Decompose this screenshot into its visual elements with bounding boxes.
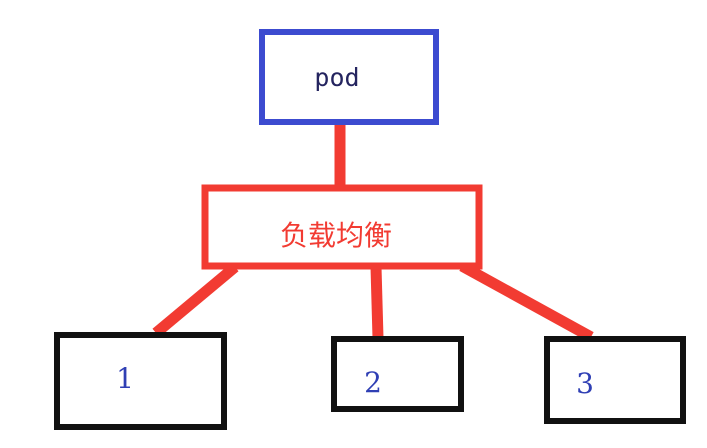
node-2-box [331, 336, 464, 412]
diagram-canvas: pod 负载均衡 1 2 3 [0, 0, 707, 448]
node-1-box [54, 332, 227, 430]
balancer-to-node-3-line [459, 261, 594, 342]
node-3-label: 3 [576, 367, 594, 400]
node-1-label: 1 [116, 362, 134, 395]
balancer-to-node-1-line [152, 262, 239, 338]
load-balancer-label: 负载均衡 [280, 219, 392, 252]
node-2-label: 2 [364, 366, 382, 399]
diagram-svg: pod 负载均衡 1 2 3 [54, 29, 686, 430]
balancer-to-node-2-line [370, 266, 384, 339]
pod-label: pod [314, 63, 359, 92]
node-3-box [544, 336, 686, 424]
